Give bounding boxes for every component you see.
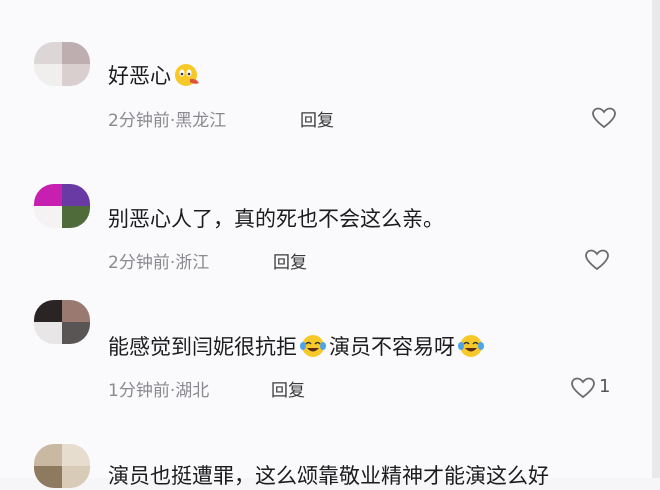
comment-meta: 1分钟前·湖北 — [108, 376, 209, 401]
scroll-edge — [652, 0, 660, 478]
avatar[interactable] — [34, 300, 90, 344]
like-count: 1 — [599, 376, 611, 397]
heart-icon[interactable] — [584, 249, 610, 271]
laughing-tears-emoji — [458, 335, 484, 357]
comment-meta: 2分钟前·浙江 — [108, 248, 209, 273]
reply-button[interactable]: 回复 — [271, 376, 305, 401]
comment-text-part1: 能感觉到闫妮很抗拒 — [108, 335, 297, 359]
comment-list: 好恶心 2分钟前·黑龙江 回复 别恶心人了，真的死也不会这么亲。 2分钟前·浙江 — [0, 0, 652, 488]
comment-text: 别恶心人了，真的死也不会这么亲。 — [108, 207, 444, 231]
heart-icon[interactable] — [570, 377, 596, 399]
comment-location: 浙江 — [175, 253, 210, 273]
laughing-tears-emoji — [300, 335, 326, 357]
comment-text: 演员也挺遭罪，这么颂靠敬业精神才能演这么好 — [108, 464, 549, 488]
comment-time: 1分钟前 — [108, 381, 170, 401]
avatar[interactable] — [34, 184, 90, 228]
avatar[interactable] — [34, 444, 90, 488]
comment-location: 湖北 — [175, 381, 210, 401]
comment-item: 演员也挺遭罪，这么颂靠敬业精神才能演这么好 — [0, 0, 652, 488]
reply-button[interactable]: 回复 — [273, 248, 307, 273]
comment-time: 2分钟前 — [108, 253, 170, 273]
comment-text: 能感觉到闫妮很抗拒 演员不容易呀 — [108, 331, 487, 361]
comment-text-part2: 演员不容易呀 — [329, 335, 455, 359]
